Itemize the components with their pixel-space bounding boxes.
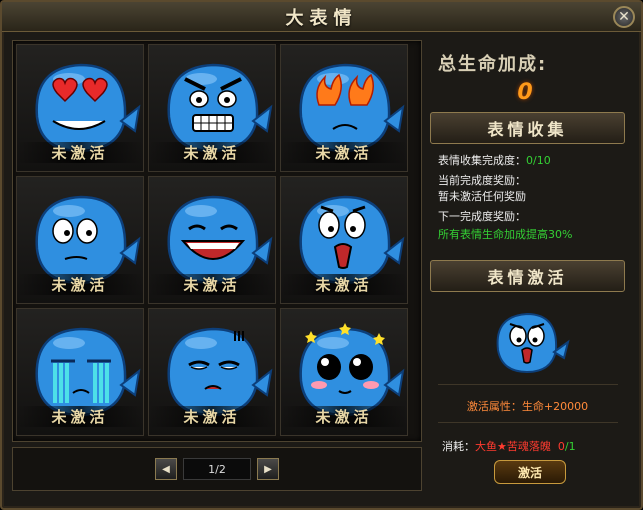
- title-bar: 大表情 ✕: [2, 2, 641, 32]
- inactive-badge: 未激活: [149, 142, 275, 163]
- inactive-badge: 未激活: [281, 274, 407, 295]
- activate-button[interactable]: 激活: [494, 460, 566, 484]
- window-title: 大表情: [285, 7, 358, 29]
- close-button[interactable]: ✕: [613, 6, 635, 28]
- activate-header: 表情激活: [430, 260, 625, 292]
- emoji-card-bored[interactable]: 未激活: [148, 308, 276, 436]
- emoji-card-laugh[interactable]: 未激活: [148, 176, 276, 304]
- inactive-badge: 未激活: [149, 406, 275, 427]
- inactive-badge: 未激活: [149, 274, 275, 295]
- info-panel: 总生命加成: 0 表情收集 表情收集完成度：0/10 当前完成度奖励： 暂未激活…: [430, 40, 635, 500]
- inactive-badge: 未激活: [17, 406, 143, 427]
- activation-attribute: 激活属性：生命+20000: [466, 400, 589, 413]
- emoji-grid-panel: 未激活 未激活 未激活 未激活 未激活 未激活 未激活 未激活 未激活: [12, 40, 422, 442]
- selected-emoji-preview: [496, 312, 570, 374]
- next-reward-value: 所有表情生命加成提高30%: [438, 228, 573, 241]
- emoji-card-fire-eyes[interactable]: 未激活: [280, 44, 408, 172]
- cost-total: /1: [564, 440, 576, 453]
- dialog-window: 大表情 ✕ 未激活 未激活 未激活 未激活 未激活 未激活 未激活 未激活 未激活 ◀ 1/2 …: [0, 0, 643, 510]
- next-page-button[interactable]: ▶: [257, 458, 279, 480]
- total-bonus-value: 0: [517, 80, 533, 105]
- emoji-card-shocked[interactable]: 未激活: [280, 176, 408, 304]
- inactive-badge: 未激活: [17, 142, 143, 163]
- divider: [438, 384, 618, 385]
- collection-header: 表情收集: [430, 112, 625, 144]
- total-bonus-label: 总生命加成:: [438, 54, 548, 75]
- emoji-card-dizzy[interactable]: 未激活: [280, 308, 408, 436]
- emoji-card-angry[interactable]: 未激活: [148, 44, 276, 172]
- next-reward-label: 下一完成度奖励：: [438, 210, 526, 223]
- pagination: ◀ 1/2 ▶: [12, 447, 422, 491]
- page-number: 1/2: [183, 458, 251, 480]
- current-reward-label: 当前完成度奖励：: [438, 174, 526, 187]
- emoji-card-goofy[interactable]: 未激活: [16, 176, 144, 304]
- emoji-card-heart-eyes[interactable]: 未激活: [16, 44, 144, 172]
- progress-row: 表情收集完成度：0/10: [438, 152, 551, 168]
- inactive-badge: 未激活: [281, 142, 407, 163]
- cost-row: 消耗：大鱼★苦魂落魄 0/1: [442, 438, 576, 454]
- divider: [438, 422, 618, 423]
- prev-page-button[interactable]: ◀: [155, 458, 177, 480]
- cost-count: 0: [557, 440, 565, 453]
- inactive-badge: 未激活: [281, 406, 407, 427]
- progress-value: 0/10: [526, 154, 551, 167]
- current-reward-value: 暂未激活任何奖励: [438, 190, 526, 203]
- emoji-card-cry[interactable]: 未激活: [16, 308, 144, 436]
- cost-item: 大鱼★苦魂落魄: [475, 440, 551, 453]
- progress-label: 表情收集完成度：: [438, 154, 526, 167]
- emoji-grid: 未激活 未激活 未激活 未激活 未激活 未激活 未激活 未激活 未激活: [16, 44, 408, 436]
- cost-label: 消耗：: [442, 440, 475, 453]
- inactive-badge: 未激活: [17, 274, 143, 295]
